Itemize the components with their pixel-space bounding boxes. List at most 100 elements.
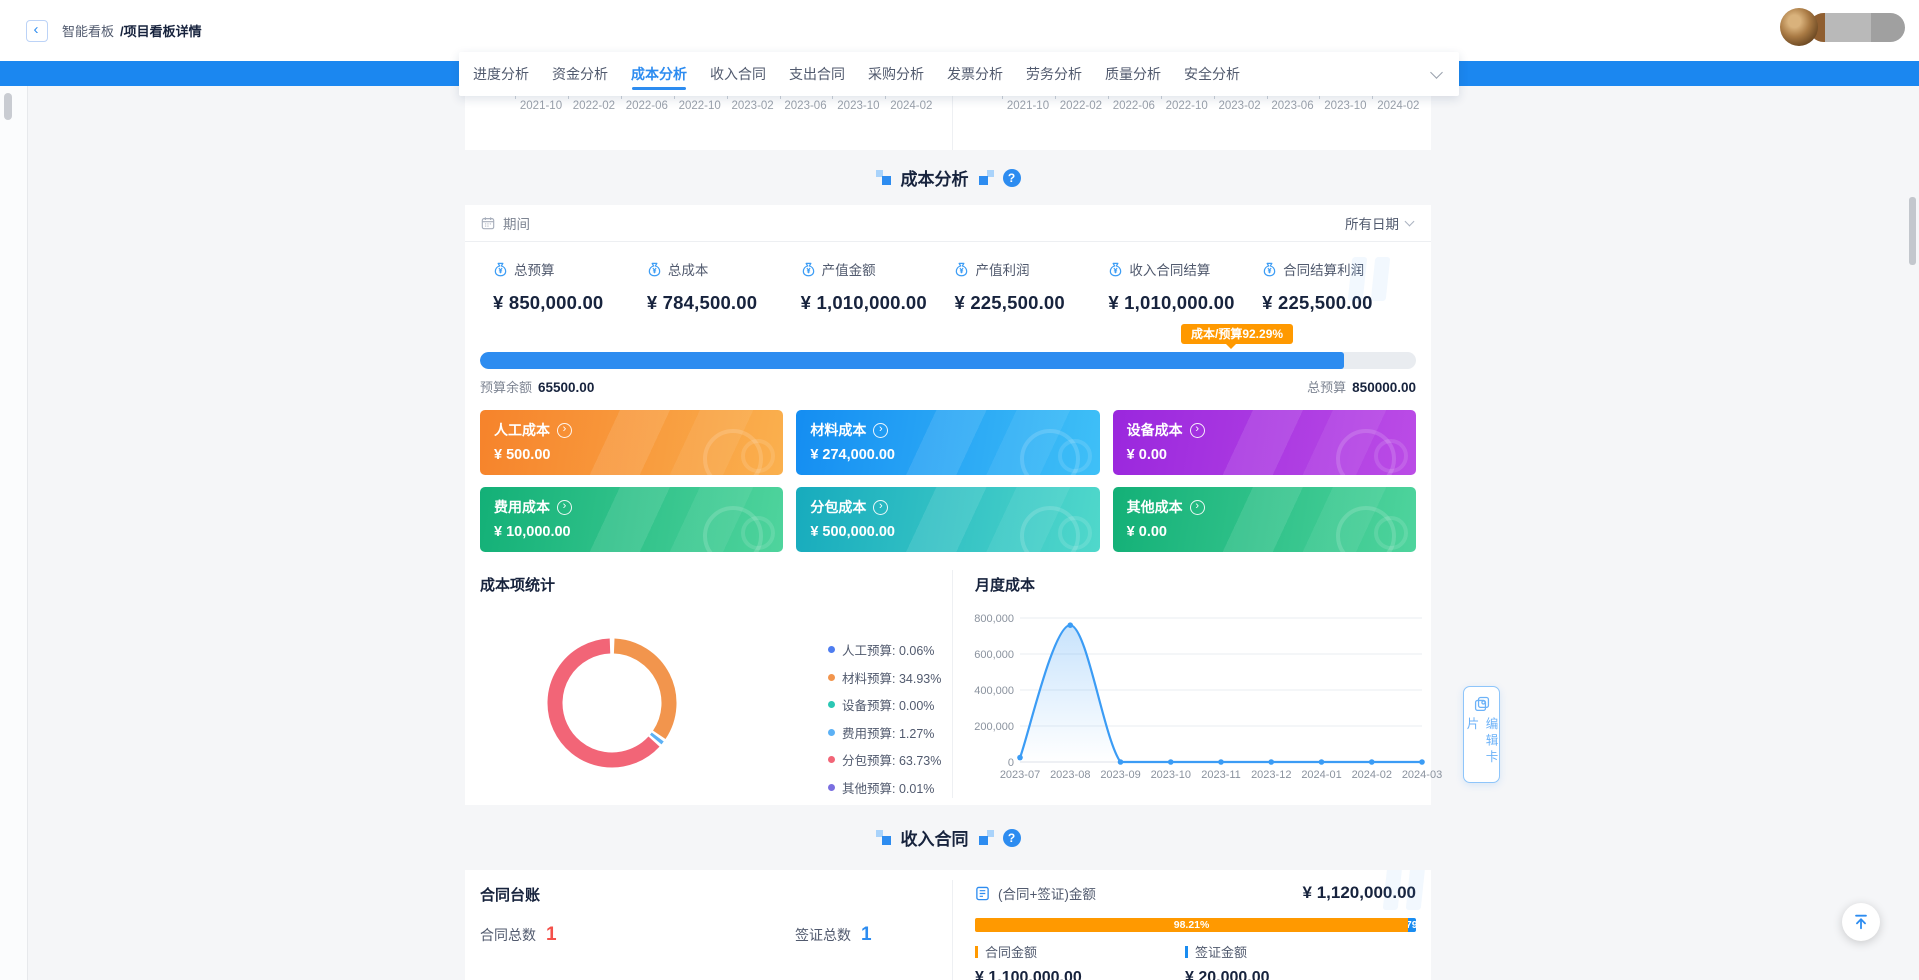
donut-legend: 人工预算: 0.06%材料预算: 34.93%设备预算: 0.00%费用预算: … (828, 640, 941, 797)
data-point (1168, 759, 1174, 765)
svg-text:200,000: 200,000 (974, 721, 1014, 733)
cost-card-title: 分包成本 (810, 497, 866, 517)
metric-value: ¥ 1,010,000.00 (801, 292, 955, 314)
period-filter-dropdown[interactable]: 所有日期 (1345, 213, 1413, 233)
contract-total-value: 1 (546, 924, 557, 946)
back-icon: ‹ (34, 22, 39, 37)
metric-value: ¥ 1,010,000.00 (1108, 292, 1262, 314)
tab-发票分析[interactable]: 发票分析 (947, 52, 1003, 96)
breadcrumb-root[interactable]: 智能看板 (62, 21, 114, 40)
money-bag-icon (493, 262, 508, 277)
tab-采购分析[interactable]: 采购分析 (868, 52, 924, 96)
panel-divider (952, 880, 953, 980)
right-scrollbar-thumb[interactable] (1909, 197, 1916, 265)
cost-card-材料成本[interactable]: 材料成本 › ¥ 274,000.00 (796, 410, 1099, 475)
data-point (1419, 759, 1425, 765)
money-bag-icon (1262, 262, 1277, 277)
svg-text:2023-11: 2023-11 (1201, 769, 1241, 781)
tab-资金分析[interactable]: 资金分析 (552, 52, 608, 96)
metric-总成本: 总成本¥ 784,500.00 (647, 259, 801, 314)
tab-进度分析[interactable]: 进度分析 (473, 52, 529, 96)
chevron-right-icon: › (873, 423, 888, 438)
period-label: 期间 (503, 213, 530, 233)
visa-amount-value: ¥ 20,000.00 (1185, 969, 1270, 980)
tab-劳务分析[interactable]: 劳务分析 (1026, 52, 1082, 96)
cost-card-title: 材料成本 (810, 420, 866, 440)
total-amount-row: (合同+签证)金额 ¥ 1,120,000.00 (975, 883, 1416, 903)
chevron-right-icon: › (873, 500, 888, 515)
metric-label: 收入合同结算 (1129, 259, 1210, 279)
svg-text:2023-10: 2023-10 (1151, 769, 1191, 781)
total-amount-label: (合同+签证)金额 (998, 883, 1096, 903)
chevron-right-icon: › (1190, 423, 1205, 438)
cost-section-band: 成本分析 ? (465, 150, 1431, 205)
legend-dot (828, 674, 835, 681)
visa-bar-segment: 1.79% (1408, 918, 1416, 932)
contract-total-count: 合同总数 1 (480, 924, 557, 946)
left-scrollbar-thumb[interactable] (4, 93, 12, 120)
tab-成本分析[interactable]: 成本分析 (631, 52, 687, 96)
income-section-title: 收入合同 (901, 825, 969, 850)
cost-card-人工成本[interactable]: 人工成本›¥ 500.00 (480, 410, 783, 475)
data-point (1369, 759, 1375, 765)
left-gutter (0, 86, 28, 980)
legend-item-人工预算: 人工预算: 0.06% (828, 640, 941, 659)
line-area-fill (1020, 625, 1422, 762)
metric-label: 产值利润 (975, 259, 1029, 279)
metric-label: 总成本 (668, 259, 709, 279)
tab-安全分析[interactable]: 安全分析 (1184, 52, 1240, 96)
data-point (1017, 755, 1023, 761)
chevron-down-icon[interactable] (1430, 66, 1443, 79)
svg-text:400,000: 400,000 (974, 685, 1014, 697)
legend-item-费用预算: 费用预算: 1.27% (828, 723, 941, 742)
back-button[interactable]: ‹ (26, 20, 48, 42)
avatar[interactable] (1780, 8, 1818, 46)
visa-amount-block: 签证金额 ¥ 20,000.00 (1185, 942, 1270, 980)
calendar-icon (481, 216, 495, 230)
budget-progress-track (480, 352, 1416, 369)
svg-text:2023-07: 2023-07 (1000, 769, 1040, 781)
x-axis-label: 2024-02 (879, 100, 943, 112)
user-area (1780, 8, 1905, 46)
title-decoration-icon (978, 830, 994, 846)
metric-value: ¥ 225,500.00 (1262, 292, 1416, 314)
legend-item-材料预算: 材料预算: 34.93% (828, 668, 941, 687)
money-bag-icon (1108, 262, 1123, 277)
tab-质量分析[interactable]: 质量分析 (1105, 52, 1161, 96)
data-point (1118, 759, 1124, 765)
cost-card-分包成本[interactable]: 分包成本 › ¥ 500,000.00 (796, 487, 1099, 552)
metric-label: 总预算 (514, 259, 555, 279)
legend-dot (828, 756, 835, 763)
chevron-down-icon (1405, 216, 1415, 226)
tab-支出合同[interactable]: 支出合同 (789, 52, 845, 96)
cost-card-其他成本[interactable]: 其他成本›¥ 0.00 (1113, 487, 1416, 552)
cost-card-value: ¥ 274,000.00 (810, 447, 1085, 463)
cost-card-设备成本[interactable]: 设备成本›¥ 0.00 (1113, 410, 1416, 475)
arrow-up-icon (1852, 913, 1870, 931)
donut-chart-title: 成本项统计 (480, 574, 555, 595)
data-point (1218, 759, 1224, 765)
period-row: 期间 所有日期 (465, 205, 1431, 242)
breadcrumb-current: /项目看板详情 (120, 21, 202, 40)
contract-bar-segment: 98.21% (975, 918, 1408, 932)
document-icon (975, 886, 990, 901)
metrics-row: 总预算 ¥ 850,000.00总成本¥ 784,500.00产值金额¥ 1,01… (465, 242, 1431, 314)
edit-cards-icon (1474, 696, 1490, 712)
cost-stats-row: 成本项统计 人工预算: 0.06%材料预算: 34.93%设备预算: 0.00%… (465, 562, 1431, 805)
help-icon[interactable]: ? (1003, 829, 1021, 847)
back-to-top-button[interactable] (1842, 903, 1880, 941)
cost-card-value: ¥ 500,000.00 (810, 524, 1085, 540)
metric-value: ¥ 850,000.00 (493, 292, 647, 314)
edit-card-button[interactable]: 编辑卡片 (1463, 686, 1500, 783)
tab-收入合同[interactable]: 收入合同 (710, 52, 766, 96)
cost-card-费用成本[interactable]: 费用成本›¥ 10,000.00 (480, 487, 783, 552)
donut-segment-分包预算 (555, 646, 654, 760)
contract-visa-stacked-bar: 98.21% 1.79% (975, 918, 1416, 932)
title-decoration-icon (876, 170, 892, 186)
data-point (1319, 759, 1325, 765)
help-icon[interactable]: ? (1003, 169, 1021, 187)
metric-产值金额: 产值金额¥ 1,010,000.00 (801, 259, 955, 314)
cost-card-value: ¥ 0.00 (1127, 447, 1402, 463)
legend-item-分包预算: 分包预算: 63.73% (828, 750, 941, 769)
contract-amount-block: 合同金额 ¥ 1,100,000.00 (975, 942, 1082, 980)
